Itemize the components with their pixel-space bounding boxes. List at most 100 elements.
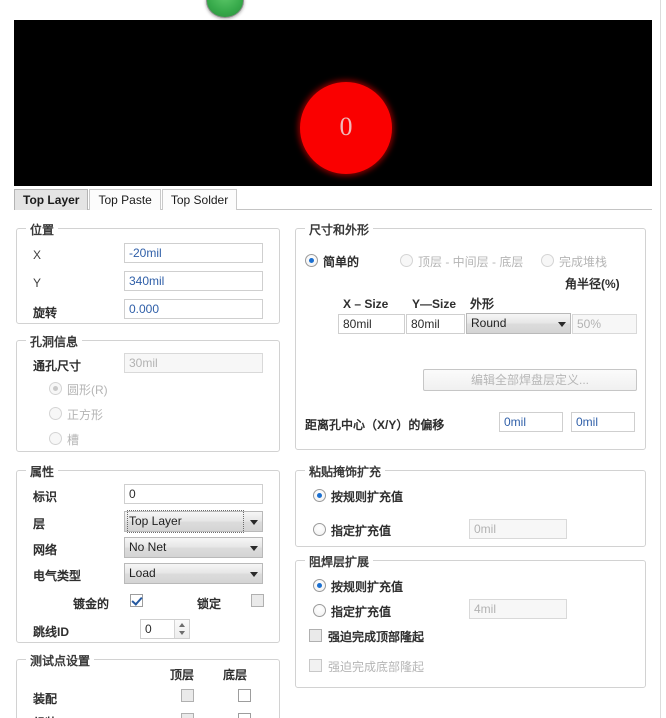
hole-center-offset-label: 距离孔中心（X/Y）的偏移 bbox=[305, 418, 445, 432]
green-status-badge[interactable] bbox=[206, 0, 244, 18]
size-and-shape-group-title: 尺寸和外形 bbox=[305, 221, 374, 238]
properties-group-title: 属性 bbox=[26, 463, 59, 480]
location-y-input[interactable]: 340mil bbox=[124, 271, 263, 291]
size-and-shape-group: 尺寸和外形 简单的 顶层 - 中间层 - 底层 完成堆栈 角半径(%) X – … bbox=[295, 221, 646, 450]
solder-mask-group: 阻焊层扩展 按规则扩充值 指定扩充值 4mil 强迫完成顶部隆起 强迫完成底部隆… bbox=[295, 553, 646, 688]
hole-size-input[interactable]: 30mil bbox=[124, 353, 263, 373]
location-group-title: 位置 bbox=[26, 221, 59, 238]
layer-combo[interactable]: Top Layer bbox=[124, 510, 263, 533]
stepper-down-icon[interactable] bbox=[179, 631, 185, 635]
size-mode-stack-label: 顶层 - 中间层 - 底层 bbox=[418, 255, 524, 269]
plated-label: 镀金的 bbox=[73, 597, 110, 611]
pad-properties-dialog: 0 Top Layer Top Paste Top Solder 位置 X -20m… bbox=[0, 0, 666, 718]
hole-shape-round-label: 圆形(R) bbox=[67, 383, 108, 397]
paste-mask-rule-label: 按规则扩充值 bbox=[331, 490, 404, 504]
pad-designator-label: 0 bbox=[339, 112, 353, 141]
hole-shape-square-label: 正方形 bbox=[67, 408, 104, 422]
shape-header: 外形 bbox=[470, 297, 495, 311]
y-size-input[interactable]: 80mil bbox=[406, 314, 465, 334]
location-rotation-label: 旋转 bbox=[33, 306, 58, 320]
testpoint-fabrication-label: 装配 bbox=[33, 692, 58, 706]
shape-combo-value: Round bbox=[471, 316, 507, 330]
shape-combo[interactable]: Round bbox=[466, 313, 571, 334]
solder-mask-specified-radio[interactable] bbox=[313, 604, 326, 617]
location-x-input[interactable]: -20mil bbox=[124, 243, 263, 263]
solder-mask-group-title: 阻焊层扩展 bbox=[305, 553, 374, 570]
solder-mask-specified-input[interactable]: 4mil bbox=[469, 599, 567, 619]
tab-top-layer[interactable]: Top Layer bbox=[14, 189, 89, 210]
designator-label: 标识 bbox=[33, 490, 58, 504]
jumper-id-label: 跳线ID bbox=[33, 625, 70, 639]
net-label: 网络 bbox=[33, 543, 58, 557]
force-top-tenting-checkbox[interactable] bbox=[309, 629, 322, 642]
location-rotation-input[interactable]: 0.000 bbox=[124, 299, 263, 319]
right-panel-edge bbox=[660, 0, 666, 718]
testpoint-bottom-header: 底层 bbox=[223, 668, 248, 682]
chevron-down-icon bbox=[558, 322, 566, 327]
x-size-input[interactable]: 80mil bbox=[338, 314, 405, 334]
solder-mask-rule-label: 按规则扩充值 bbox=[331, 580, 404, 594]
testpoint-assembly-bottom-checkbox[interactable] bbox=[238, 713, 251, 718]
layer-label: 层 bbox=[33, 517, 46, 531]
location-group: 位置 X -20mil Y 340mil 旋转 0.000 bbox=[16, 221, 280, 324]
hole-information-group-title: 孔洞信息 bbox=[26, 333, 83, 350]
properties-group: 属性 标识 0 层 Top Layer 网络 No Net 电气类型 Load … bbox=[16, 463, 280, 643]
edit-all-pad-layers-button[interactable]: 编辑全部焊盘层定义... bbox=[423, 369, 637, 391]
testpoint-fabrication-top-checkbox[interactable] bbox=[181, 689, 194, 702]
hole-shape-round-radio[interactable] bbox=[49, 382, 62, 395]
hole-shape-slot-radio[interactable] bbox=[49, 432, 62, 445]
corner-radius-header: 角半径(%) bbox=[565, 277, 620, 291]
electrical-type-label: 电气类型 bbox=[33, 569, 82, 583]
locked-checkbox[interactable] bbox=[251, 594, 264, 607]
chevron-down-icon bbox=[250, 520, 258, 525]
x-size-header: X – Size bbox=[343, 297, 389, 311]
chevron-down-icon bbox=[250, 546, 258, 551]
pad-preview-canvas[interactable]: 0 bbox=[14, 20, 652, 186]
tab-top-solder[interactable]: Top Solder bbox=[161, 189, 238, 210]
paste-mask-specified-radio[interactable] bbox=[313, 523, 326, 536]
testpoint-assembly-top-checkbox[interactable] bbox=[181, 713, 194, 718]
size-mode-full-stack-radio[interactable] bbox=[541, 254, 554, 267]
chevron-down-icon bbox=[250, 572, 258, 577]
electrical-type-combo-value: Load bbox=[129, 566, 156, 580]
layer-combo-value: Top Layer bbox=[127, 510, 244, 533]
stepper-up-icon[interactable] bbox=[179, 623, 185, 627]
testpoint-fabrication-bottom-checkbox[interactable] bbox=[238, 689, 251, 702]
hole-center-offset-x-input[interactable]: 0mil bbox=[499, 412, 563, 432]
corner-radius-input[interactable]: 50% bbox=[572, 314, 637, 334]
jumper-id-value: 0 bbox=[145, 622, 152, 636]
size-mode-full-stack-label: 完成堆栈 bbox=[559, 255, 608, 269]
electrical-type-combo[interactable]: Load bbox=[124, 563, 263, 584]
solder-mask-rule-radio[interactable] bbox=[313, 579, 326, 592]
location-x-label: X bbox=[33, 248, 42, 262]
testpoint-assembly-label: 组装 bbox=[33, 714, 57, 718]
locked-label: 锁定 bbox=[197, 597, 222, 611]
jumper-id-stepper-buttons[interactable] bbox=[174, 620, 189, 638]
testpoint-top-header: 顶层 bbox=[170, 668, 195, 682]
designator-input[interactable]: 0 bbox=[124, 484, 263, 504]
jumper-id-stepper[interactable]: 0 bbox=[140, 619, 190, 639]
pad-shape-preview: 0 bbox=[300, 82, 392, 174]
force-top-tenting-label: 强迫完成顶部隆起 bbox=[328, 630, 425, 644]
hole-shape-slot-label: 槽 bbox=[67, 433, 80, 447]
paste-mask-rule-radio[interactable] bbox=[313, 489, 326, 502]
size-mode-simple-label: 简单的 bbox=[323, 255, 360, 269]
paste-mask-group: 粘贴掩饰扩充 按规则扩充值 指定扩充值 0mil bbox=[295, 463, 646, 547]
force-bottom-tenting-label: 强迫完成底部隆起 bbox=[328, 660, 425, 674]
force-bottom-tenting-checkbox[interactable] bbox=[309, 659, 322, 672]
hole-information-group: 孔洞信息 通孔尺寸 30mil 圆形(R) 正方形 槽 bbox=[16, 333, 280, 452]
plated-checkbox[interactable] bbox=[130, 594, 143, 607]
solder-mask-specified-label: 指定扩充值 bbox=[331, 605, 392, 619]
testpoint-group: 测试点设置 顶层 底层 装配 组装 bbox=[16, 652, 280, 718]
hole-size-label: 通孔尺寸 bbox=[33, 359, 82, 373]
size-mode-simple-radio[interactable] bbox=[305, 254, 318, 267]
tab-top-paste[interactable]: Top Paste bbox=[89, 189, 161, 210]
paste-mask-specified-label: 指定扩充值 bbox=[331, 524, 392, 538]
paste-mask-specified-input[interactable]: 0mil bbox=[469, 519, 567, 539]
size-mode-stack-radio[interactable] bbox=[400, 254, 413, 267]
hole-shape-square-radio[interactable] bbox=[49, 407, 62, 420]
paste-mask-group-title: 粘贴掩饰扩充 bbox=[305, 463, 386, 480]
net-combo[interactable]: No Net bbox=[124, 537, 263, 558]
hole-center-offset-y-input[interactable]: 0mil bbox=[571, 412, 635, 432]
testpoint-group-title: 测试点设置 bbox=[26, 652, 95, 669]
